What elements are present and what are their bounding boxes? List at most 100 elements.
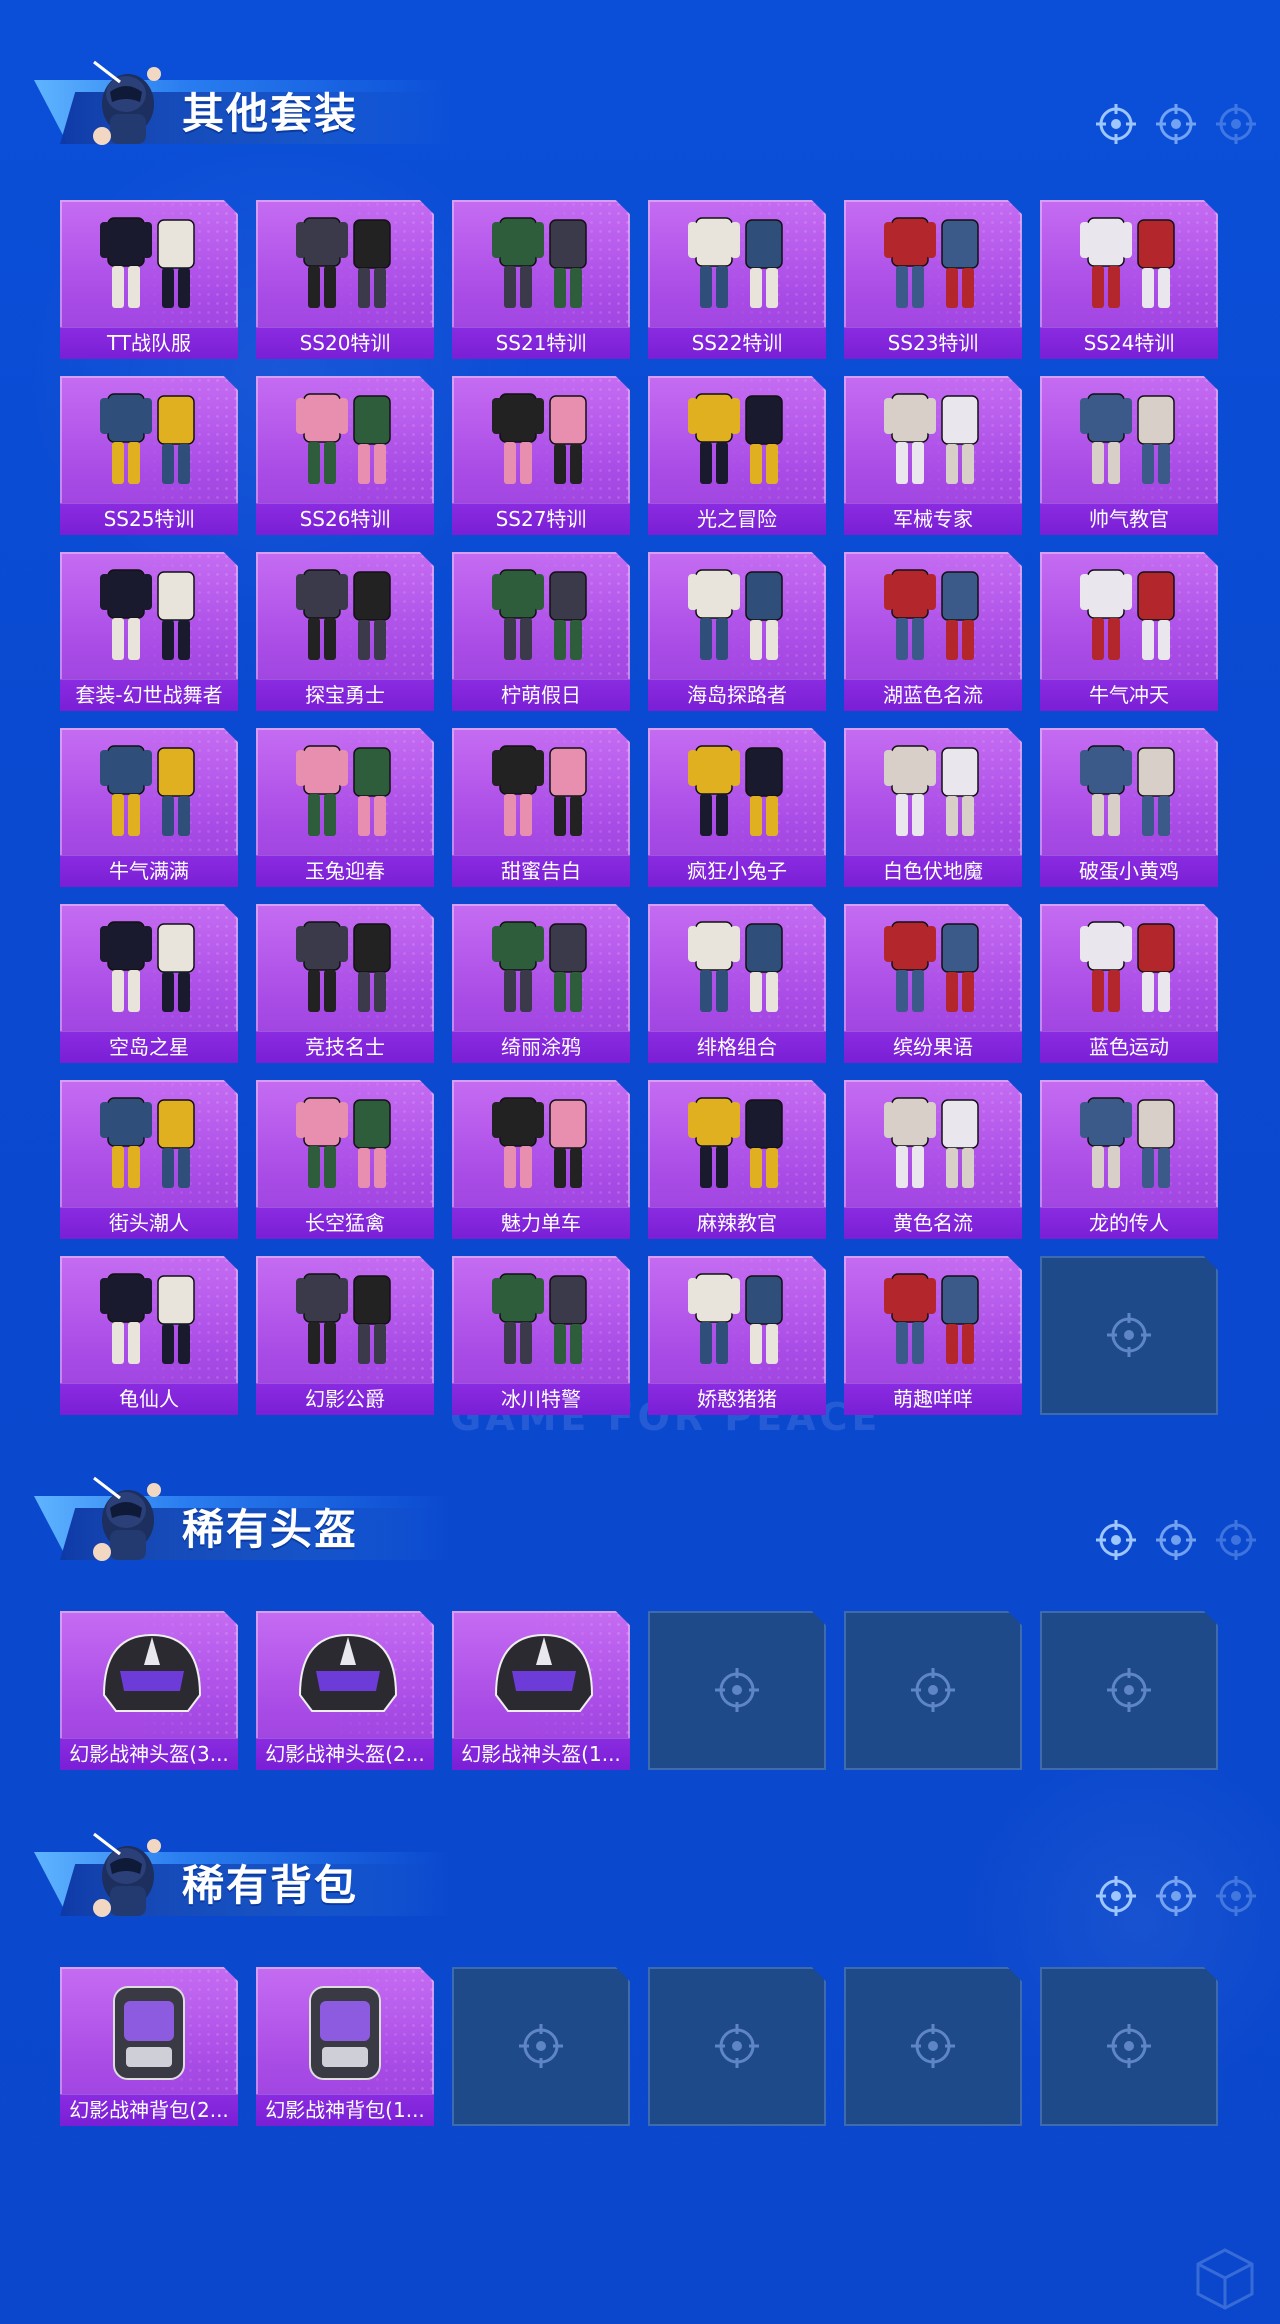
outfit-icon: [688, 217, 783, 308]
item-card[interactable]: 龙的传人: [1040, 1080, 1218, 1239]
item-card[interactable]: SS27特训: [452, 376, 630, 535]
crosshair-icon: [1107, 2024, 1151, 2068]
item-card[interactable]: SS20特训: [256, 200, 434, 359]
item-name: SS20特训: [256, 327, 434, 359]
item-name: SS21特训: [452, 327, 630, 359]
outfit-icon: [1080, 921, 1175, 1012]
item-name: 长空猛禽: [256, 1207, 434, 1239]
item-card[interactable]: SS22特训: [648, 200, 826, 359]
item-name: SS25特训: [60, 503, 238, 535]
item-card[interactable]: 海岛探路者: [648, 552, 826, 711]
item-name: 套装-幻世战舞者: [60, 679, 238, 711]
item-card[interactable]: SS25特训: [60, 376, 238, 535]
item-card[interactable]: SS26特训: [256, 376, 434, 535]
item-card[interactable]: 幻影战神头盔(1...: [452, 1611, 630, 1770]
item-card[interactable]: 牛气满满: [60, 728, 238, 887]
item-card[interactable]: 娇憨猪猪: [648, 1256, 826, 1415]
crosshair-icon: [519, 2024, 563, 2068]
crosshair-icon: [1107, 1313, 1151, 1357]
outfit-icon: [492, 745, 587, 836]
crosshair-icon: [1156, 104, 1196, 144]
section-header: 其他套装: [0, 52, 1280, 172]
item-card[interactable]: 疯狂小兔子: [648, 728, 826, 887]
outfit-icon: [492, 1273, 587, 1364]
item-card[interactable]: 缤纷果语: [844, 904, 1022, 1063]
crosshair-icon: [1156, 1520, 1196, 1560]
item-card[interactable]: 柠萌假日: [452, 552, 630, 711]
item-card[interactable]: 白色伏地魔: [844, 728, 1022, 887]
item-card[interactable]: 探宝勇士: [256, 552, 434, 711]
item-card[interactable]: 绮丽涂鸦: [452, 904, 630, 1063]
outfit-icon: [884, 1273, 979, 1364]
item-card[interactable]: 牛气冲天: [1040, 552, 1218, 711]
item-card[interactable]: 蓝色运动: [1040, 904, 1218, 1063]
outfit-icon: [884, 569, 979, 660]
item-name: SS23特训: [844, 327, 1022, 359]
item-card[interactable]: 龟仙人: [60, 1256, 238, 1415]
outfit-icon: [100, 217, 195, 308]
item-card[interactable]: 玉兔迎春: [256, 728, 434, 887]
outfit-icon: [492, 217, 587, 308]
empty-slot: [844, 1967, 1022, 2126]
item-card[interactable]: 套装-幻世战舞者: [60, 552, 238, 711]
item-name: 牛气冲天: [1040, 679, 1218, 711]
empty-slot: [1040, 1611, 1218, 1770]
item-card[interactable]: 街头潮人: [60, 1080, 238, 1239]
item-name: 幻影公爵: [256, 1383, 434, 1415]
item-card[interactable]: 甜蜜告白: [452, 728, 630, 887]
item-name: 幻影战神头盔(2...: [256, 1738, 434, 1770]
item-name: 白色伏地魔: [844, 855, 1022, 887]
outfit-icon: [100, 921, 195, 1012]
item-card[interactable]: 麻辣教官: [648, 1080, 826, 1239]
item-card[interactable]: 破蛋小黄鸡: [1040, 728, 1218, 887]
item-card[interactable]: TT战队服: [60, 200, 238, 359]
cube-icon: [1196, 2248, 1254, 2310]
item-name: 黄色名流: [844, 1207, 1022, 1239]
item-card[interactable]: 湖蓝色名流: [844, 552, 1022, 711]
item-card[interactable]: 魅力单车: [452, 1080, 630, 1239]
item-card[interactable]: 军械专家: [844, 376, 1022, 535]
crosshair-icon: [715, 2024, 759, 2068]
outfit-icon: [296, 569, 391, 660]
outfit-icon: [1080, 1097, 1175, 1188]
item-card[interactable]: 黄色名流: [844, 1080, 1022, 1239]
helmet-icon: [298, 1633, 398, 1712]
mascot-icon: [93, 1476, 161, 1561]
backpack-icon: [309, 1986, 381, 2080]
section-title: 稀有头盔: [182, 1505, 359, 1554]
outfit-icon: [296, 1273, 391, 1364]
item-card[interactable]: 冰川特警: [452, 1256, 630, 1415]
item-card[interactable]: 幻影战神头盔(3...: [60, 1611, 238, 1770]
item-card[interactable]: 光之冒险: [648, 376, 826, 535]
item-card[interactable]: SS24特训: [1040, 200, 1218, 359]
crosshair-icon: [911, 1668, 955, 1712]
item-card[interactable]: 幻影公爵: [256, 1256, 434, 1415]
outfit-icon: [688, 1273, 783, 1364]
item-card[interactable]: SS23特训: [844, 200, 1022, 359]
outfit-icon: [884, 745, 979, 836]
item-card[interactable]: 萌趣咩咩: [844, 1256, 1022, 1415]
item-name: 龟仙人: [60, 1383, 238, 1415]
item-name: 军械专家: [844, 503, 1022, 535]
item-name: 幻影战神头盔(1...: [452, 1738, 630, 1770]
item-name: 柠萌假日: [452, 679, 630, 711]
outfit-icon: [492, 393, 587, 484]
item-card[interactable]: 竞技名士: [256, 904, 434, 1063]
outfit-icon: [688, 745, 783, 836]
outfit-icon: [296, 921, 391, 1012]
item-name: 破蛋小黄鸡: [1040, 855, 1218, 887]
outfit-icon: [1080, 393, 1175, 484]
crosshair-indicators: [1094, 1518, 1258, 1562]
item-card[interactable]: 幻影战神背包(2...: [60, 1967, 238, 2126]
item-card[interactable]: 帅气教官: [1040, 376, 1218, 535]
item-name: 帅气教官: [1040, 503, 1218, 535]
item-card[interactable]: 长空猛禽: [256, 1080, 434, 1239]
item-name: 光之冒险: [648, 503, 826, 535]
crosshair-icon: [1216, 104, 1256, 144]
item-card[interactable]: 空岛之星: [60, 904, 238, 1063]
item-name: 萌趣咩咩: [844, 1383, 1022, 1415]
item-card[interactable]: SS21特训: [452, 200, 630, 359]
item-card[interactable]: 幻影战神背包(1...: [256, 1967, 434, 2126]
item-card[interactable]: 绯格组合: [648, 904, 826, 1063]
item-card[interactable]: 幻影战神头盔(2...: [256, 1611, 434, 1770]
